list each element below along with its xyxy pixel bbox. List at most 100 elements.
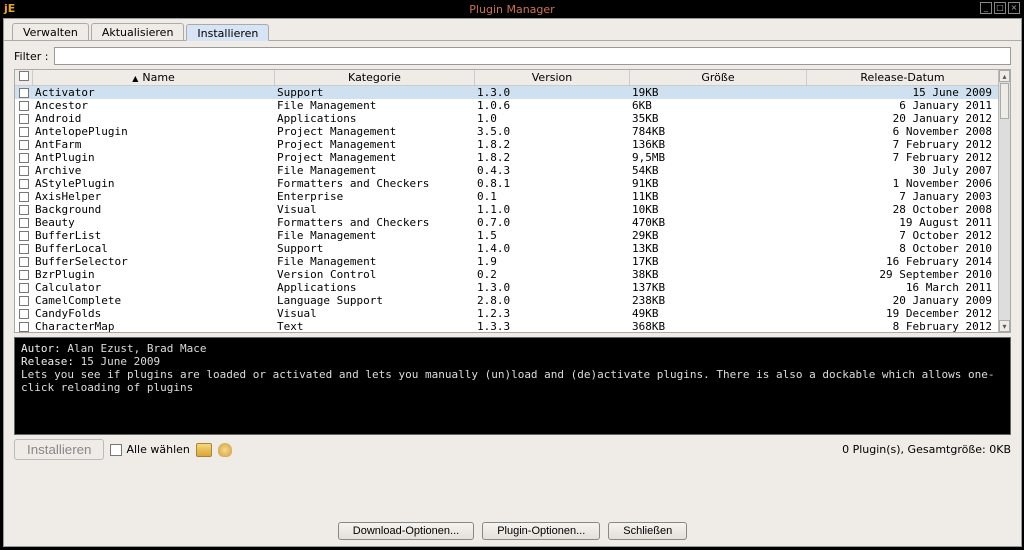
download-options-button[interactable]: Download-Optionen... [338,522,474,540]
select-all-checkbox[interactable]: Alle wählen [110,443,189,456]
cell-date: 20 January 2012 [807,112,998,125]
row-checkbox[interactable] [15,320,33,332]
title-bar: jE Plugin Manager _ □ × [0,0,1024,18]
table-row[interactable]: ArchiveFile Management0.4.354KB30 July 2… [15,164,998,177]
row-checkbox[interactable] [15,294,33,307]
row-checkbox[interactable] [15,229,33,242]
cell-name: BufferLocal [33,242,275,255]
cell-date: 20 January 2009 [807,294,998,307]
window-body: VerwaltenAktualisierenInstallieren Filte… [3,18,1022,547]
header-version[interactable]: Version [475,70,630,85]
cell-category: Project Management [275,151,475,164]
row-checkbox[interactable] [15,242,33,255]
table-rows: ActivatorSupport1.3.019KB15 June 2009Anc… [15,86,998,332]
cell-size: 784KB [630,125,807,138]
maximize-button[interactable]: □ [994,2,1006,14]
close-button[interactable]: Schließen [608,522,687,540]
cell-name: Calculator [33,281,275,294]
tab-installieren[interactable]: Installieren [186,24,269,41]
scroll-thumb[interactable] [1000,83,1009,119]
table-row[interactable]: BufferLocalSupport1.4.013KB8 October 201… [15,242,998,255]
bell-icon[interactable] [218,443,232,457]
tab-verwalten[interactable]: Verwalten [12,23,89,40]
cell-size: 19KB [630,86,807,99]
row-checkbox[interactable] [15,307,33,320]
cell-category: Support [275,242,475,255]
minimize-button[interactable]: _ [980,2,992,14]
table-row[interactable]: AncestorFile Management1.0.66KB6 January… [15,99,998,112]
table-row[interactable]: AntPluginProject Management1.8.29,5MB7 F… [15,151,998,164]
row-checkbox[interactable] [15,216,33,229]
cell-version: 2.8.0 [475,294,630,307]
cell-category: Formatters and Checkers [275,177,475,190]
row-checkbox[interactable] [15,268,33,281]
cell-size: 6KB [630,99,807,112]
release-value: 15 June 2009 [81,355,160,368]
table-row[interactable]: AxisHelperEnterprise0.111KB7 January 200… [15,190,998,203]
tab-aktualisieren[interactable]: Aktualisieren [91,23,185,40]
header-date[interactable]: Release-Datum [807,70,998,85]
cell-category: Project Management [275,125,475,138]
table-row[interactable]: BeautyFormatters and Checkers0.7.0470KB1… [15,216,998,229]
select-all-label: Alle wählen [126,443,189,456]
table-row[interactable]: CamelCompleteLanguage Support2.8.0238KB2… [15,294,998,307]
tab-strip: VerwaltenAktualisierenInstallieren [4,19,1021,41]
cell-version: 0.7.0 [475,216,630,229]
release-label: Release: [21,355,74,368]
scroll-up-icon[interactable]: ▴ [999,70,1010,82]
table-row[interactable]: BzrPluginVersion Control0.238KB29 Septem… [15,268,998,281]
vertical-scrollbar[interactable]: ▴ ▾ [998,70,1010,332]
cell-name: Ancestor [33,99,275,112]
table-row[interactable]: AndroidApplications1.035KB20 January 201… [15,112,998,125]
table-row[interactable]: CalculatorApplications1.3.0137KB16 March… [15,281,998,294]
row-checkbox[interactable] [15,255,33,268]
cell-date: 8 October 2010 [807,242,998,255]
row-checkbox[interactable] [15,112,33,125]
folder-icon[interactable] [196,443,212,457]
row-checkbox[interactable] [15,177,33,190]
cell-version: 1.5 [475,229,630,242]
cell-date: 15 June 2009 [807,86,998,99]
row-checkbox[interactable] [15,203,33,216]
cell-size: 91KB [630,177,807,190]
cell-category: Formatters and Checkers [275,216,475,229]
cell-name: AntFarm [33,138,275,151]
table-row[interactable]: AStylePluginFormatters and Checkers0.8.1… [15,177,998,190]
install-button[interactable]: Installieren [14,439,104,460]
header-name[interactable]: ▲Name [33,70,275,85]
header-size[interactable]: Größe [630,70,807,85]
table-row[interactable]: CharacterMapText1.3.3368KB8 February 201… [15,320,998,332]
row-checkbox[interactable] [15,125,33,138]
cell-date: 19 August 2011 [807,216,998,229]
table-row[interactable]: BackgroundVisual1.1.010KB28 October 2008 [15,203,998,216]
header-checkbox[interactable] [15,70,33,85]
cell-version: 0.1 [475,190,630,203]
row-checkbox[interactable] [15,164,33,177]
table-row[interactable]: CandyFoldsVisual1.2.349KB19 December 201… [15,307,998,320]
scroll-down-icon[interactable]: ▾ [999,320,1010,332]
row-checkbox[interactable] [15,138,33,151]
table-row[interactable]: ActivatorSupport1.3.019KB15 June 2009 [15,86,998,99]
author-value: Alan Ezust, Brad Mace [67,342,206,355]
cell-name: CamelComplete [33,294,275,307]
table-row[interactable]: AntFarmProject Management1.8.2136KB7 Feb… [15,138,998,151]
row-checkbox[interactable] [15,86,33,99]
header-category[interactable]: Kategorie [275,70,475,85]
cell-version: 1.4.0 [475,242,630,255]
row-checkbox[interactable] [15,281,33,294]
row-checkbox[interactable] [15,151,33,164]
cell-name: CandyFolds [33,307,275,320]
cell-name: Background [33,203,275,216]
row-checkbox[interactable] [15,190,33,203]
cell-size: 35KB [630,112,807,125]
cell-date: 7 February 2012 [807,138,998,151]
table-row[interactable]: BufferSelectorFile Management1.917KB16 F… [15,255,998,268]
cell-name: Archive [33,164,275,177]
close-window-button[interactable]: × [1008,2,1020,14]
row-checkbox[interactable] [15,99,33,112]
plugin-options-button[interactable]: Plugin-Optionen... [482,522,600,540]
window-title: Plugin Manager [469,3,554,16]
table-row[interactable]: AntelopePluginProject Management3.5.0784… [15,125,998,138]
table-row[interactable]: BufferListFile Management1.529KB7 Octobe… [15,229,998,242]
filter-input[interactable] [54,47,1011,65]
